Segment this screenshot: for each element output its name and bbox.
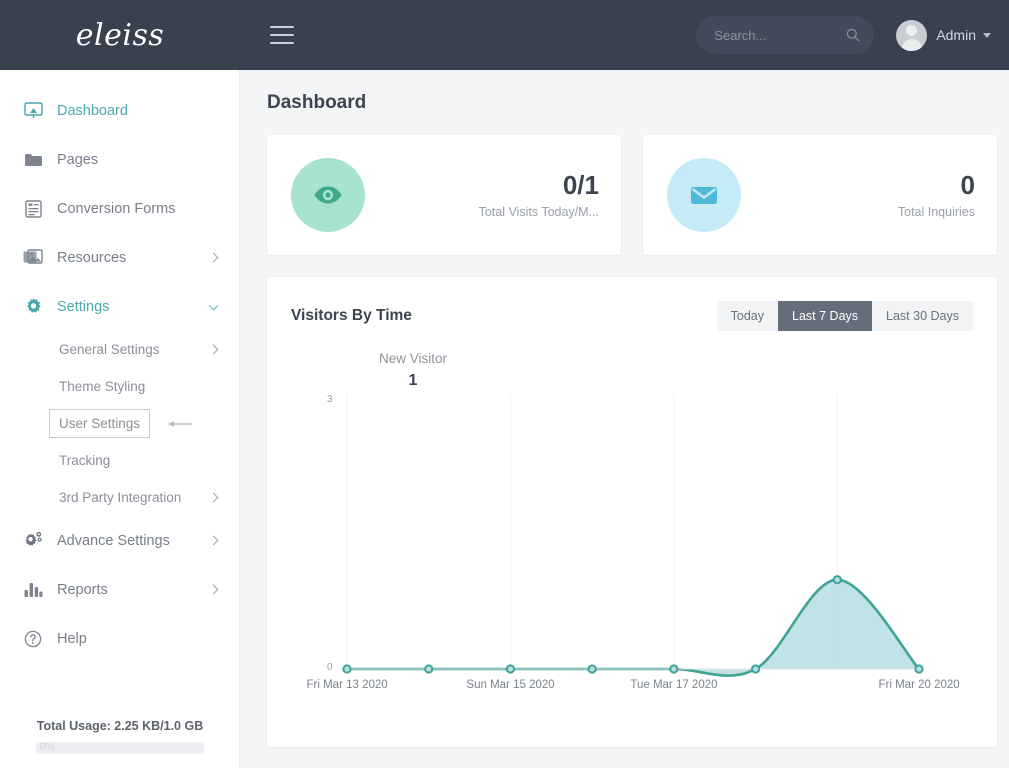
sidebar-subitem-general-settings[interactable]: General Settings bbox=[0, 331, 239, 368]
stat-value: 0 bbox=[960, 169, 975, 200]
x-axis-tick: Tue Mar 17 2020 bbox=[630, 679, 718, 691]
folder-icon bbox=[22, 150, 44, 170]
storage-usage-percent: 0% bbox=[40, 742, 55, 753]
stat-text: 0 Total Inquiries bbox=[898, 171, 975, 220]
sidebar-item-label: Settings bbox=[57, 298, 110, 315]
user-menu[interactable]: Admin bbox=[896, 19, 991, 51]
sidebar-item-label: Resources bbox=[57, 249, 127, 266]
x-axis-tick: Sun Mar 15 2020 bbox=[466, 679, 555, 691]
stat-cards-row: 0/1 Total Visits Today/M... 0 Total Inqu… bbox=[267, 135, 997, 255]
avatar bbox=[896, 19, 928, 51]
sidebar-subitem-user-settings[interactable]: User Settings bbox=[0, 405, 239, 442]
x-axis-tick: Fri Mar 13 2020 bbox=[306, 679, 388, 691]
sidebar-subitem-label: General Settings bbox=[59, 342, 160, 357]
bar-chart-icon bbox=[22, 580, 44, 600]
sidebar-item-help[interactable]: Help bbox=[0, 614, 239, 663]
chevron-down-icon[interactable] bbox=[983, 32, 991, 38]
storage-usage: Total Usage: 2.25 KB/1.0 GB 0% bbox=[0, 719, 240, 754]
stat-label: Total Visits Today/M... bbox=[478, 205, 599, 220]
sidebar-subitem-tracking[interactable]: Tracking bbox=[0, 442, 239, 479]
sidebar-item-label: Reports bbox=[57, 581, 108, 598]
chevron-down-icon bbox=[208, 300, 219, 310]
tab-last-7-days[interactable]: Last 7 Days bbox=[778, 301, 873, 331]
sidebar-item-resources[interactable]: Resources bbox=[0, 233, 239, 282]
chevron-right-icon bbox=[208, 252, 219, 263]
sidebar-item-label: Help bbox=[57, 630, 87, 647]
sidebar-item-label: Pages bbox=[57, 151, 99, 168]
tab-last-30-days[interactable]: Last 30 Days bbox=[872, 301, 973, 331]
sidebar-subitem-label: Theme Styling bbox=[59, 379, 146, 394]
user-name: Admin bbox=[936, 27, 976, 43]
sidebar-item-label: Dashboard bbox=[57, 102, 128, 119]
sidebar-item-dashboard[interactable]: Dashboard bbox=[0, 86, 239, 135]
y-axis-tick-top: 3 bbox=[327, 394, 333, 405]
hamburger-line bbox=[270, 42, 294, 44]
chevron-right-icon bbox=[208, 535, 219, 546]
chart-area: New Visitor 1 3 0 Fri Mar 13 2020 Sun Ma… bbox=[291, 337, 973, 737]
x-axis-tick: Fri Mar 20 2020 bbox=[878, 679, 960, 691]
sidebar: Dashboard Pages Conversion Forms Resourc… bbox=[0, 70, 240, 768]
sidebar-item-settings[interactable]: Settings bbox=[0, 282, 239, 331]
stat-card-total-inquiries: 0 Total Inquiries bbox=[643, 135, 997, 255]
eye-icon bbox=[314, 186, 342, 204]
eye-icon-circle bbox=[291, 158, 365, 232]
gears-icon bbox=[22, 531, 44, 551]
hamburger-line bbox=[270, 34, 294, 36]
storage-usage-bar: 0% bbox=[36, 742, 204, 754]
stat-text: 0/1 Total Visits Today/M... bbox=[479, 171, 599, 220]
search-input[interactable] bbox=[696, 16, 875, 54]
chevron-right-icon bbox=[208, 584, 219, 595]
sidebar-nav: Dashboard Pages Conversion Forms Resourc… bbox=[0, 70, 239, 663]
sidebar-subitem-label: User Settings bbox=[49, 409, 151, 438]
visitors-chart-card: Visitors By Time Today Last 7 Days Last … bbox=[267, 277, 997, 747]
stat-label: Total Inquiries bbox=[897, 205, 975, 220]
sidebar-item-label: Conversion Forms bbox=[57, 200, 176, 217]
top-bar: eleiss Admin bbox=[0, 0, 1009, 70]
visitors-line-chart bbox=[339, 395, 924, 677]
tab-today[interactable]: Today bbox=[716, 301, 779, 331]
envelope-icon bbox=[691, 186, 717, 204]
sidebar-subitem-label: Tracking bbox=[59, 453, 111, 468]
help-circle-icon bbox=[22, 629, 44, 649]
page-title: Dashboard bbox=[267, 92, 367, 113]
sidebar-subitem-theme-styling[interactable]: Theme Styling bbox=[0, 368, 239, 405]
sidebar-subitem-label: 3rd Party Integration bbox=[59, 490, 182, 505]
monitor-icon bbox=[22, 101, 44, 121]
range-tabs: Today Last 7 Days Last 30 Days bbox=[716, 301, 973, 331]
top-bar-right: Admin bbox=[696, 16, 1009, 54]
hamburger-line bbox=[270, 26, 294, 28]
hamburger-icon[interactable] bbox=[270, 26, 294, 44]
sidebar-item-conversion-forms[interactable]: Conversion Forms bbox=[0, 184, 239, 233]
chart-title: Visitors By Time bbox=[291, 307, 412, 324]
form-icon bbox=[22, 199, 44, 219]
pointer-arrow-icon bbox=[168, 420, 192, 427]
chart-header: Visitors By Time Today Last 7 Days Last … bbox=[291, 301, 973, 331]
app-logo[interactable]: eleiss bbox=[0, 0, 240, 70]
chevron-right-icon bbox=[208, 344, 219, 355]
gear-icon bbox=[22, 297, 44, 317]
images-icon bbox=[22, 248, 44, 268]
stat-card-total-visits: 0/1 Total Visits Today/M... bbox=[267, 135, 621, 255]
stat-value: 0/1 bbox=[562, 169, 599, 200]
search-box[interactable] bbox=[696, 16, 875, 54]
main-content: Dashboard 0/1 Total Visits Today/M... 0 … bbox=[240, 70, 1009, 768]
envelope-icon-circle bbox=[667, 158, 741, 232]
sidebar-subitem-3rd-party-integration[interactable]: 3rd Party Integration bbox=[0, 479, 239, 516]
y-axis-tick-bottom: 0 bbox=[327, 662, 333, 673]
sidebar-item-advance-settings[interactable]: Advance Settings bbox=[0, 516, 239, 565]
chevron-right-icon bbox=[208, 492, 219, 503]
sidebar-item-reports[interactable]: Reports bbox=[0, 565, 239, 614]
sidebar-item-pages[interactable]: Pages bbox=[0, 135, 239, 184]
storage-usage-text: Total Usage: 2.25 KB/1.0 GB bbox=[36, 719, 204, 733]
sidebar-item-label: Advance Settings bbox=[57, 532, 170, 549]
